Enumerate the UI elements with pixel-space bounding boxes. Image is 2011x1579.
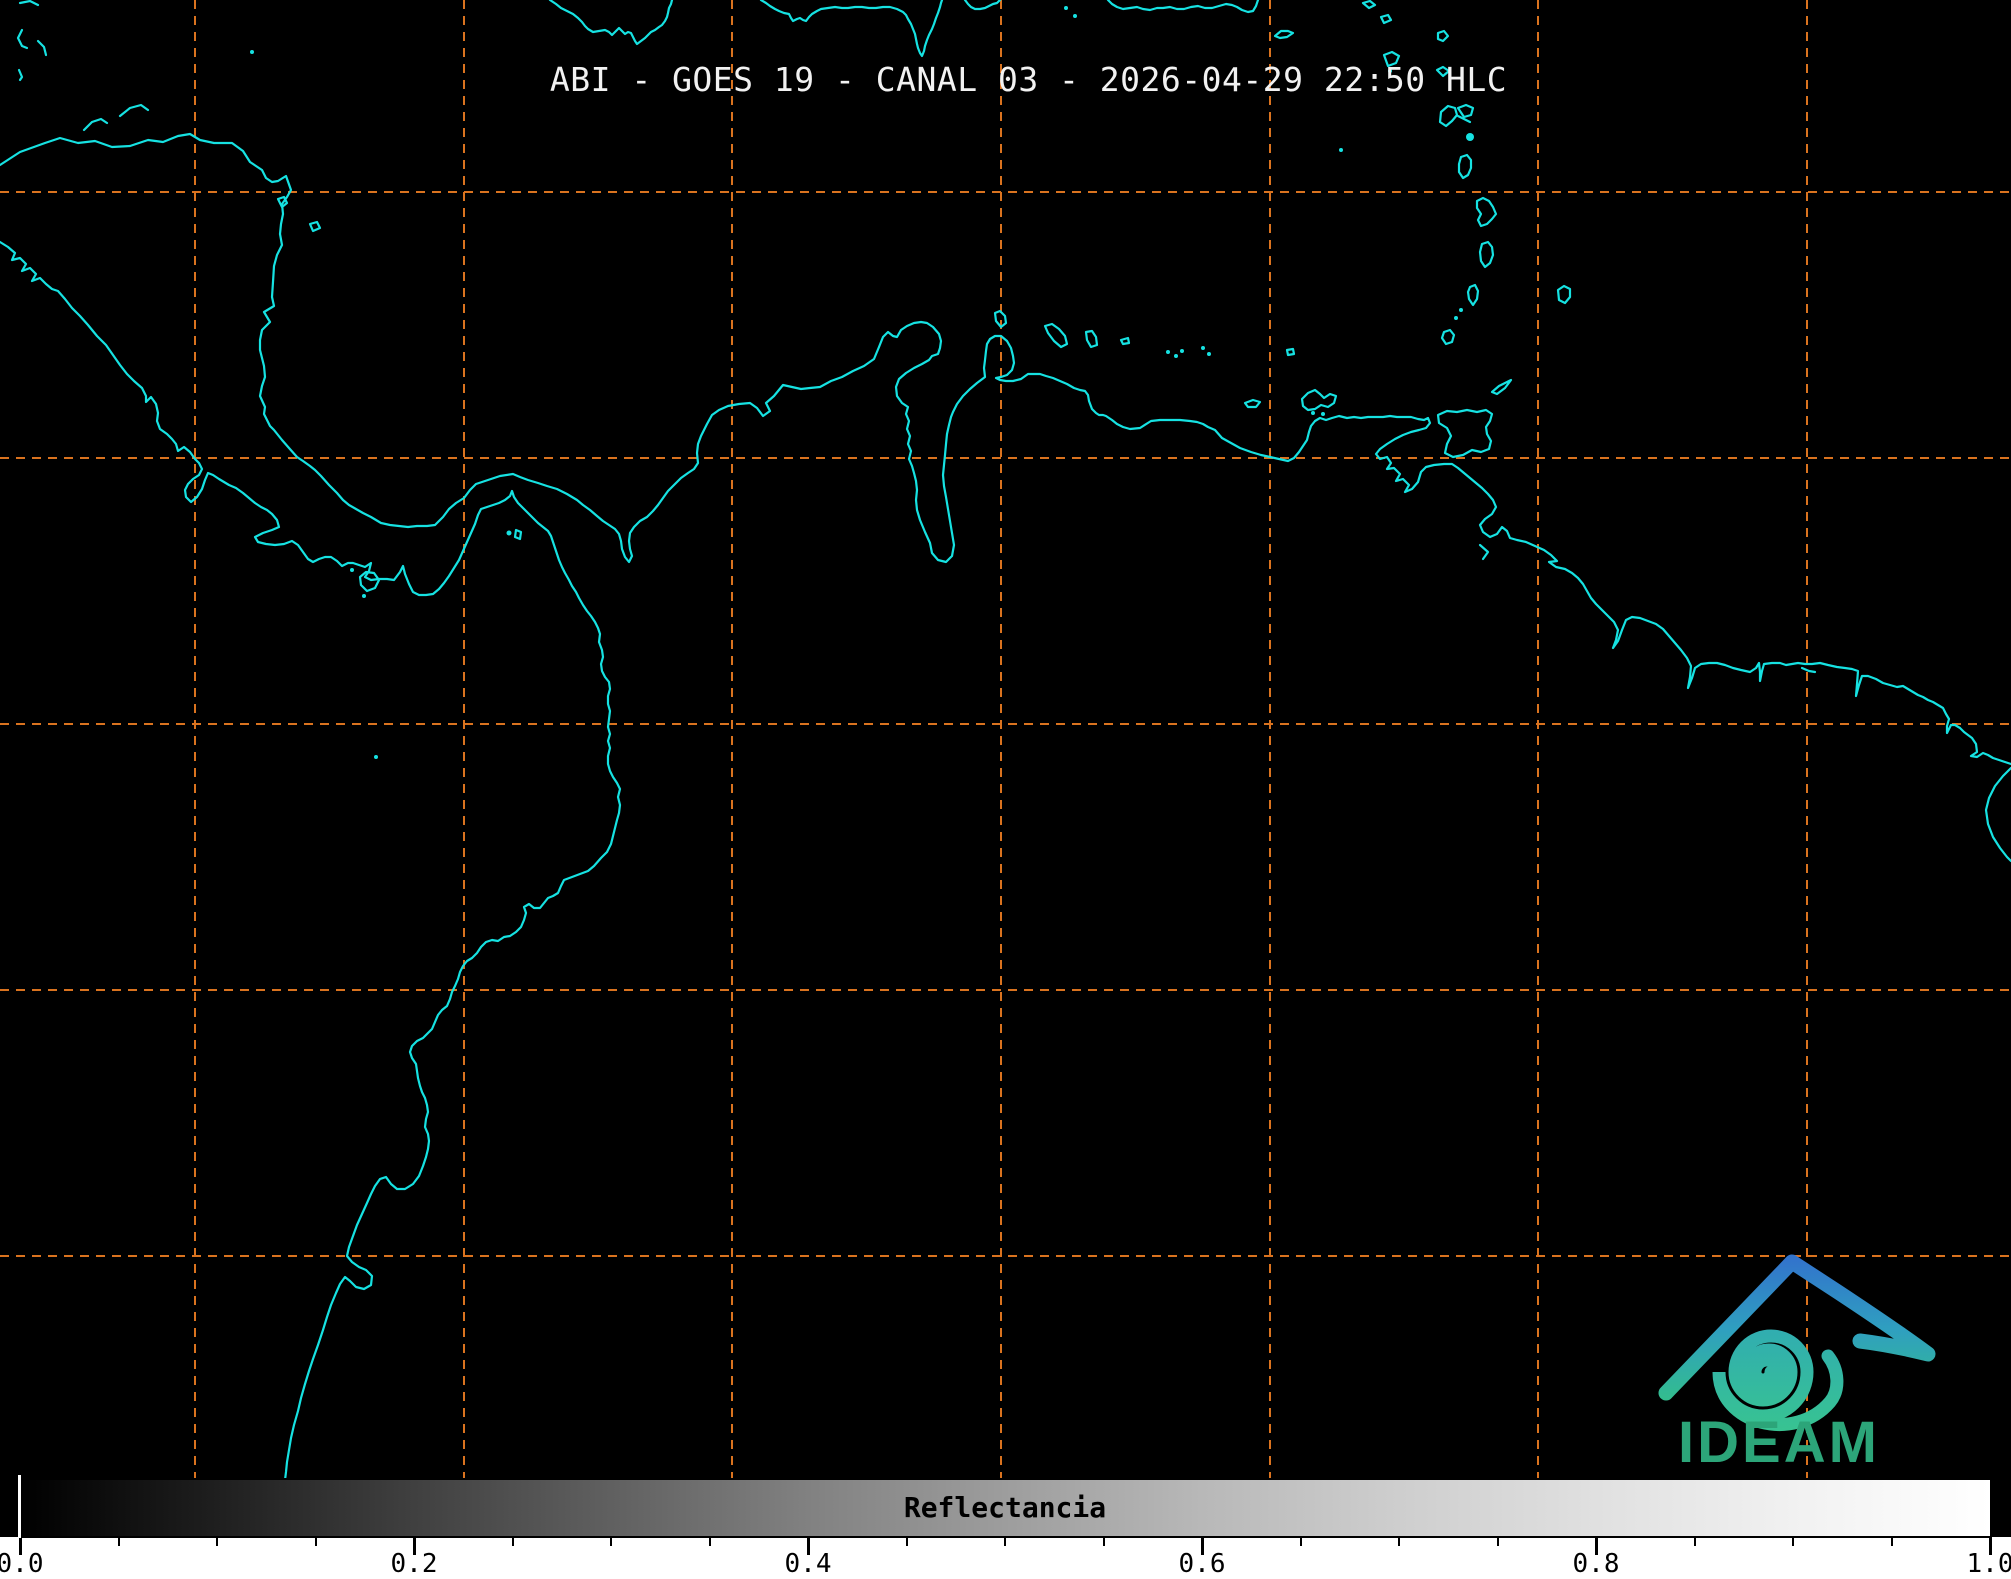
colorbar-minor-tick — [512, 1538, 514, 1546]
colorbar-tick-label: 0.6 — [1179, 1549, 1226, 1579]
colorbar-minor-tick — [1792, 1538, 1794, 1546]
islands-central-america — [18, 1, 521, 759]
island-hispaniola — [761, 0, 942, 56]
colorbar-minor-tick — [709, 1538, 711, 1546]
colorbar-minor-tick — [610, 1538, 612, 1546]
colorbar-minor-tick — [216, 1538, 218, 1546]
ideam-logo-text: IDEAM — [1678, 1410, 1880, 1475]
colorbar-tick-label: 0.4 — [785, 1549, 832, 1579]
colorbar-left-notch — [18, 1475, 21, 1538]
colorbar-tick-label: 0.2 — [391, 1549, 438, 1579]
islands-lesser-antilles — [1064, 1, 1570, 344]
colorbar-minor-tick — [1300, 1538, 1302, 1546]
colorbar-minor-tick — [1103, 1538, 1105, 1546]
colorbar-axis-strip: 0.0 0.2 0.4 0.6 0.8 1.0 — [0, 1538, 2011, 1577]
colorbar-tick-label: 0.8 — [1573, 1549, 1620, 1579]
colorbar-minor-tick — [1398, 1538, 1400, 1546]
colorbar-minor-tick — [1891, 1538, 1893, 1546]
coastline-pacific-mainland — [0, 242, 620, 1480]
island-puerto-rico — [1108, 0, 1258, 12]
image-title: ABI - GOES 19 - CANAL 03 - 2026-04-29 22… — [0, 60, 2011, 99]
colorbar-minor-tick — [1497, 1538, 1499, 1546]
satellite-image-viewport: IDEAM ABI - GOES 19 - CANAL 03 - 2026-04… — [0, 0, 2011, 1577]
colorbar-minor-tick — [1004, 1538, 1006, 1546]
colorbar-minor-tick — [315, 1538, 317, 1546]
colorbar-minor-tick — [1694, 1538, 1696, 1546]
coastline-caribbean-mainland — [0, 134, 2011, 764]
ideam-logo: IDEAM — [1666, 1262, 1928, 1475]
colorbar-minor-tick — [906, 1538, 908, 1546]
colorbar-label: Reflectancia — [20, 1480, 1990, 1536]
colorbar-tick-label: 0.0 — [0, 1549, 43, 1579]
island-jamaica — [550, 0, 672, 44]
satellite-map: IDEAM — [0, 0, 2011, 1577]
colorbar-tick-label: 1.0 — [1967, 1549, 2011, 1579]
island-trinidad-tobago — [1438, 380, 1511, 457]
colorbar-minor-tick — [118, 1538, 120, 1546]
islands-venezuela-offshore — [995, 311, 1336, 416]
coastline-fragments — [1480, 545, 2011, 861]
island-hispaniola-east — [965, 0, 1000, 9]
colorbar: Reflectancia — [18, 1478, 1992, 1538]
latlon-grid — [0, 0, 2011, 1537]
coastline-paths — [0, 0, 2011, 1480]
